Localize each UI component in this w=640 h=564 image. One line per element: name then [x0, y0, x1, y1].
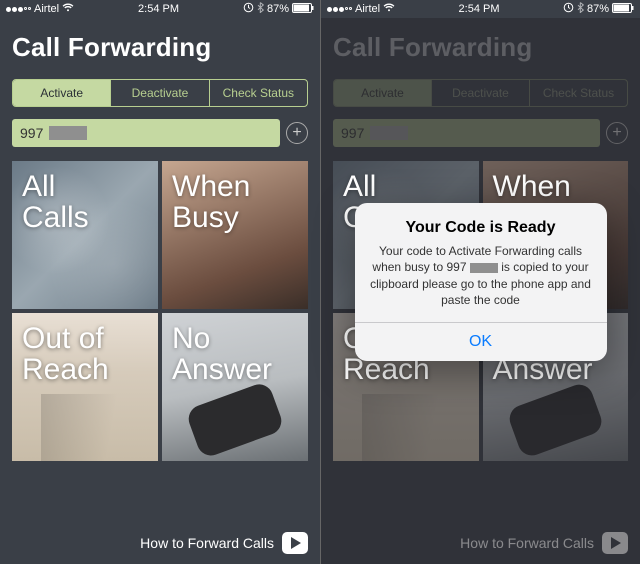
segment-activate[interactable]: Activate	[13, 80, 111, 106]
alert-message: Your code to Activate Forwarding calls w…	[369, 243, 593, 308]
tile-label: No Answer	[172, 323, 272, 385]
battery-pct: 87%	[267, 3, 289, 15]
tile-label: When Busy	[172, 171, 250, 233]
play-icon	[282, 532, 308, 554]
app-body: Call Forwarding Activate Deactivate Chec…	[0, 18, 320, 564]
alert-title: Your Code is Ready	[369, 219, 593, 237]
alert-ok-button[interactable]: OK	[355, 322, 607, 361]
redacted-number	[470, 263, 498, 273]
how-to-link[interactable]: How to Forward Calls	[140, 532, 308, 554]
alert-dialog: Your Code is Ready Your code to Activate…	[355, 203, 607, 361]
tile-out-of-reach[interactable]: Out of Reach	[12, 313, 158, 461]
phone-right: Airtel 2:54 PM 87% Call Forwarding Activ…	[320, 0, 640, 564]
how-to-label: How to Forward Calls	[140, 535, 274, 551]
tile-when-busy[interactable]: When Busy	[162, 161, 308, 309]
segment-deactivate[interactable]: Deactivate	[111, 80, 209, 106]
battery-icon	[292, 3, 314, 16]
option-grid: All Calls When Busy Out of Reach No Answ…	[12, 161, 308, 461]
status-bar: Airtel 2:54 PM 87%	[0, 0, 320, 18]
add-number-button[interactable]: +	[286, 122, 308, 144]
tile-all-calls[interactable]: All Calls	[12, 161, 158, 309]
number-input[interactable]: 997	[12, 119, 280, 147]
wifi-icon	[62, 3, 74, 15]
number-value: 997	[20, 125, 43, 141]
tile-label: Out of Reach	[22, 323, 109, 385]
phone-left: Airtel 2:54 PM 87% Call Forwarding Activ…	[0, 0, 320, 564]
carrier-label: Airtel	[34, 3, 59, 15]
tile-label: All Calls	[22, 171, 89, 233]
redacted-number	[49, 126, 87, 140]
segmented-control[interactable]: Activate Deactivate Check Status	[12, 79, 308, 107]
segment-check-status[interactable]: Check Status	[210, 80, 307, 106]
page-title: Call Forwarding	[12, 32, 308, 63]
bluetooth-icon	[257, 2, 264, 16]
orientation-lock-icon	[243, 2, 254, 16]
signal-dots-icon	[6, 7, 31, 12]
clock: 2:54 PM	[138, 3, 179, 15]
alert-overlay: Your Code is Ready Your code to Activate…	[321, 0, 640, 564]
tile-no-answer[interactable]: No Answer	[162, 313, 308, 461]
